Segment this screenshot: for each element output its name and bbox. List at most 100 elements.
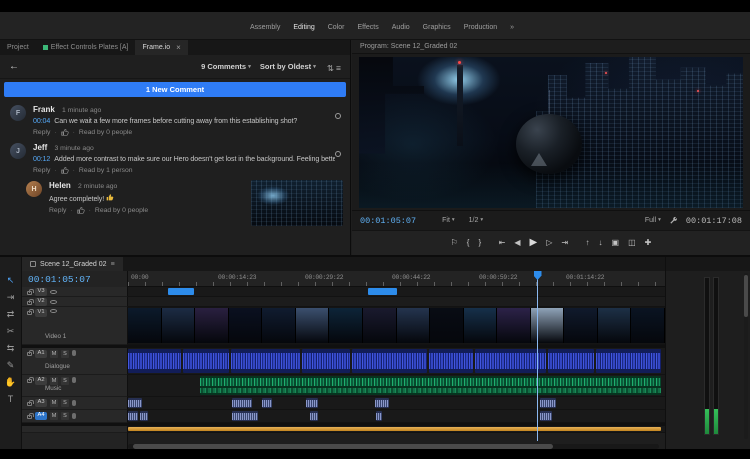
lane-v3[interactable] bbox=[128, 287, 665, 297]
video-clip-frame[interactable] bbox=[430, 308, 464, 343]
workspace-tab-color[interactable]: Color bbox=[328, 24, 345, 31]
solo-button[interactable]: S bbox=[61, 377, 69, 385]
track-header-a1[interactable]: A1 M S Dialogue bbox=[22, 348, 128, 375]
timeline-sequence-tab[interactable]: Scene 12_Graded 02 ≡ bbox=[22, 257, 123, 271]
video-clip-frame[interactable] bbox=[397, 308, 431, 343]
lane-a1[interactable] bbox=[128, 348, 665, 375]
dialogue-audio-clip[interactable] bbox=[475, 349, 546, 373]
solo-button[interactable]: S bbox=[61, 399, 69, 407]
track-header-v1[interactable]: V1 Video 1 bbox=[22, 307, 128, 345]
video-clip-frame[interactable] bbox=[598, 308, 632, 343]
sfx-audio-clip[interactable] bbox=[540, 411, 552, 421]
lock-icon[interactable] bbox=[27, 301, 32, 305]
lift-icon[interactable]: ↑ bbox=[586, 239, 590, 247]
export-frame-icon[interactable]: ▣ bbox=[612, 239, 620, 247]
mark-out-icon[interactable]: } bbox=[478, 239, 481, 247]
lock-icon[interactable] bbox=[27, 311, 32, 315]
dialogue-audio-clip[interactable] bbox=[231, 349, 300, 373]
lane-marker[interactable] bbox=[128, 426, 665, 433]
dialogue-audio-clip[interactable] bbox=[548, 349, 594, 373]
lane-v1[interactable] bbox=[128, 307, 665, 345]
timeline-ruler[interactable]: 00:0000:00:14:2300:00:29:2200:00:44:2200… bbox=[128, 271, 665, 287]
voiceover-record-icon[interactable] bbox=[72, 377, 76, 383]
mute-button[interactable]: M bbox=[50, 412, 58, 420]
lock-icon[interactable] bbox=[27, 415, 32, 419]
lock-icon[interactable] bbox=[27, 291, 32, 295]
track-header-a2[interactable]: A2 M S Music bbox=[22, 375, 128, 397]
track-output-eye-icon[interactable] bbox=[50, 290, 57, 294]
video-clip-frame[interactable] bbox=[631, 308, 665, 343]
lane-v2[interactable] bbox=[128, 297, 665, 307]
sfx-audio-clip[interactable] bbox=[310, 411, 318, 421]
go-to-in-icon[interactable]: ⇤ bbox=[499, 239, 506, 247]
sort-order-icon[interactable]: ⇅ bbox=[327, 63, 334, 73]
workspace-tab-effects[interactable]: Effects bbox=[357, 24, 378, 31]
voiceover-record-icon[interactable] bbox=[72, 400, 76, 406]
dialogue-audio-clip[interactable] bbox=[429, 349, 473, 373]
program-video-preview[interactable] bbox=[359, 57, 743, 208]
sfx-audio-clip[interactable] bbox=[375, 398, 389, 408]
music-audio-clip[interactable] bbox=[200, 376, 661, 395]
vertical-scrollbar[interactable] bbox=[744, 273, 748, 439]
vertical-scrollbar-handle[interactable] bbox=[744, 275, 748, 317]
reply-button[interactable]: Reply bbox=[33, 167, 50, 174]
graphic-clip[interactable] bbox=[368, 288, 397, 295]
lane-a4[interactable] bbox=[128, 410, 665, 423]
selection-tool-icon[interactable]: ↖ bbox=[0, 272, 21, 289]
workspace-tab-production[interactable]: Production bbox=[464, 24, 497, 31]
sort-dropdown[interactable]: Sort by Oldest▾ bbox=[260, 62, 316, 71]
unread-indicator[interactable] bbox=[335, 151, 341, 157]
dialogue-audio-clip[interactable] bbox=[183, 349, 229, 373]
reply-button[interactable]: Reply bbox=[33, 129, 50, 136]
panel-menu-icon[interactable]: ≡ bbox=[336, 63, 341, 73]
comment-video-thumbnail[interactable] bbox=[251, 180, 343, 226]
panel-menu-icon[interactable]: ≡ bbox=[111, 261, 115, 268]
lock-icon[interactable] bbox=[27, 402, 32, 406]
sfx-audio-clip[interactable] bbox=[128, 398, 142, 408]
comment-timecode-link[interactable]: 00:04 bbox=[33, 117, 50, 125]
tab-frameio[interactable]: Frame.io × bbox=[135, 40, 187, 55]
sfx-audio-clip[interactable] bbox=[376, 411, 382, 421]
solo-button[interactable]: S bbox=[61, 350, 69, 358]
mute-button[interactable]: M bbox=[50, 399, 58, 407]
comments-count-dropdown[interactable]: 9 Comments▾ bbox=[201, 62, 251, 71]
reply-button[interactable]: Reply bbox=[49, 207, 66, 214]
sfx-audio-clip[interactable] bbox=[232, 411, 258, 421]
step-forward-icon[interactable]: ▷ bbox=[546, 239, 552, 247]
dialogue-audio-clip[interactable] bbox=[302, 349, 350, 373]
program-monitor-title[interactable]: Program: Scene 12_Graded 02 bbox=[352, 40, 750, 54]
ripple-edit-tool-icon[interactable]: ⇄ bbox=[0, 306, 21, 323]
comparison-view-icon[interactable]: ◫ bbox=[628, 239, 636, 247]
workspace-tab-editing[interactable]: Editing bbox=[293, 24, 314, 31]
workspace-tab-graphics[interactable]: Graphics bbox=[423, 24, 451, 31]
video-clip-frame[interactable] bbox=[262, 308, 296, 343]
track-output-eye-icon[interactable] bbox=[50, 309, 57, 313]
track-badge-v3[interactable]: V3 bbox=[35, 288, 47, 296]
track-name-music[interactable]: Music bbox=[45, 385, 61, 392]
track-badge-v1[interactable]: V1 bbox=[35, 309, 47, 317]
lane-a2[interactable] bbox=[128, 375, 665, 397]
back-arrow-icon[interactable]: ← bbox=[9, 61, 19, 72]
step-back-icon[interactable]: ◀ bbox=[514, 239, 520, 247]
playback-resolution-dropdown[interactable]: 1/2▾ bbox=[469, 217, 484, 224]
track-output-eye-icon[interactable] bbox=[50, 300, 57, 304]
comment-item[interactable]: J Jeff 3 minute ago 00:12Added more cont… bbox=[0, 138, 350, 176]
add-marker-icon[interactable]: ⚐ bbox=[451, 239, 458, 247]
workspace-tab-audio[interactable]: Audio bbox=[392, 24, 410, 31]
track-header-a3[interactable]: A3 M S bbox=[22, 397, 128, 410]
dialogue-audio-clip[interactable] bbox=[128, 349, 181, 373]
track-badge-a1[interactable]: A1 bbox=[35, 350, 47, 358]
new-comment-banner[interactable]: 1 New Comment bbox=[4, 82, 346, 97]
graphic-clip[interactable] bbox=[168, 288, 194, 295]
sfx-audio-clip[interactable] bbox=[262, 398, 272, 408]
settings-wrench-icon[interactable] bbox=[669, 216, 678, 225]
video-clip-frame[interactable] bbox=[564, 308, 598, 343]
dialogue-audio-clip[interactable] bbox=[352, 349, 427, 373]
video-clip-frame[interactable] bbox=[497, 308, 531, 343]
mark-in-icon[interactable]: { bbox=[467, 239, 470, 247]
track-header-master[interactable] bbox=[22, 426, 128, 433]
track-badge-v2[interactable]: V2 bbox=[35, 298, 47, 306]
comment-timecode-link[interactable]: 00:12 bbox=[33, 155, 50, 163]
zoom-dropdown[interactable]: Full▾ bbox=[645, 217, 661, 224]
workspace-overflow-icon[interactable]: » bbox=[510, 24, 514, 31]
